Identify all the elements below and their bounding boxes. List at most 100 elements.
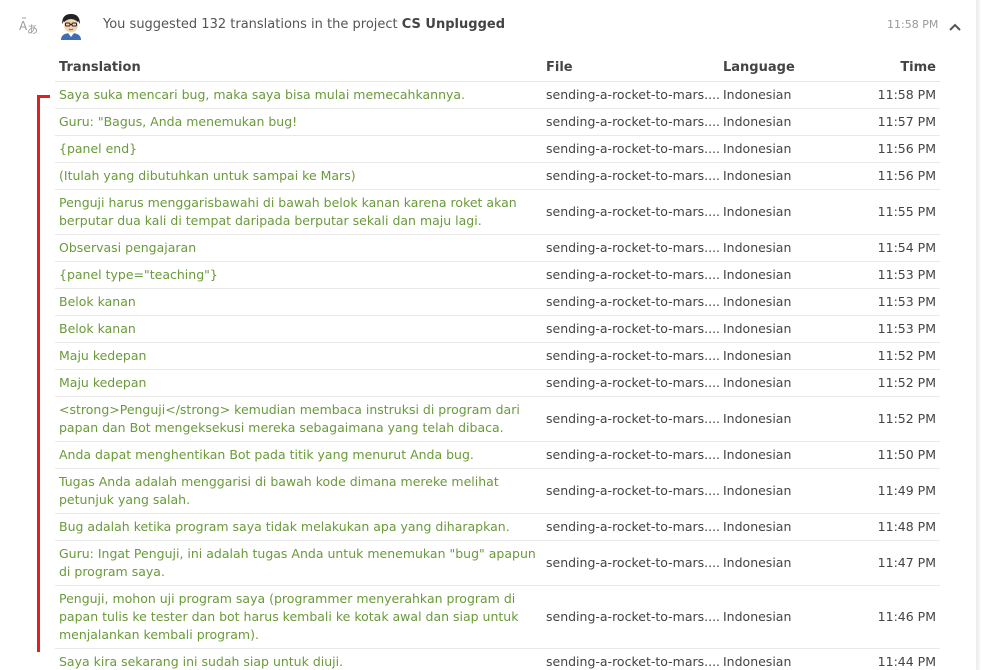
translation-link[interactable]: <strong>Penguji</strong> kemudian membac… [55,396,542,442]
time-cell: 11:56 PM [839,162,940,190]
language-cell: Indonesian [719,234,839,262]
table-row: Bug adalah ketika program saya tidak mel… [55,513,940,541]
translation-link[interactable]: Penguji, mohon uji program saya (program… [55,585,542,649]
language-cell: Indonesian [719,108,839,136]
table-row: Tugas Anda adalah menggarisi di bawah ko… [55,468,940,514]
table-row: Guru: "Bagus, Anda menemukan bug! sending… [55,108,940,136]
translation-link[interactable]: Observasi pengajaran [55,234,542,262]
table-row: Penguji harus menggarisbawahi di bawah b… [55,189,940,235]
file-cell: sending-a-rocket-to-mars.... [542,369,719,397]
translation-link[interactable]: Guru: Ingat Penguji, ini adalah tugas An… [55,540,542,586]
translation-link[interactable]: Anda dapat menghentikan Bot pada titik y… [55,441,542,469]
translation-link[interactable]: Belok kanan [55,315,542,343]
time-cell: 11:53 PM [839,261,940,289]
time-cell: 11:44 PM [839,648,940,670]
time-cell: 11:55 PM [839,189,940,235]
card-border [976,0,980,670]
file-cell: sending-a-rocket-to-mars.... [542,468,719,514]
time-cell: 11:58 PM [839,81,940,109]
table-row: Saya suka mencari bug, maka saya bisa mu… [55,81,940,109]
file-cell: sending-a-rocket-to-mars.... [542,396,719,442]
time-cell: 11:53 PM [839,315,940,343]
column-header-translation: Translation [55,54,542,82]
file-cell: sending-a-rocket-to-mars.... [542,189,719,235]
file-cell: sending-a-rocket-to-mars.... [542,162,719,190]
table-row: <strong>Penguji</strong> kemudian membac… [55,396,940,442]
table-row: Observasi pengajaran sending-a-rocket-to-… [55,234,940,262]
timeline-marker [37,95,40,652]
language-cell: Indonesian [719,342,839,370]
translation-link[interactable]: Bug adalah ketika program saya tidak mel… [55,513,542,541]
translation-link[interactable]: (Itulah yang dibutuhkan untuk sampai ke … [55,162,542,190]
table-row: Maju kedepan sending-a-rocket-to-mars....… [55,369,940,397]
activity-summary: You suggested 132 translations in the pr… [103,17,505,32]
file-cell: sending-a-rocket-to-mars.... [542,135,719,163]
time-cell: 11:57 PM [839,108,940,136]
translation-link[interactable]: Saya suka mencari bug, maka saya bisa mu… [55,81,542,109]
file-cell: sending-a-rocket-to-mars.... [542,315,719,343]
activity-card: A あ You suggested 132 translations in th… [0,0,983,670]
file-cell: sending-a-rocket-to-mars.... [542,288,719,316]
table-row: Guru: Ingat Penguji, ini adalah tugas An… [55,540,940,586]
svg-text:あ: あ [27,23,38,35]
file-cell: sending-a-rocket-to-mars.... [542,513,719,541]
language-cell: Indonesian [719,513,839,541]
time-cell: 11:52 PM [839,396,940,442]
table-row: Saya kira sekarang ini sudah siap untuk … [55,648,940,670]
language-cell: Indonesian [719,288,839,316]
column-header-file: File [542,54,719,82]
translations-table: Translation File Language Time Saya suka… [55,54,940,670]
language-cell: Indonesian [719,315,839,343]
translation-link[interactable]: {panel end} [55,135,542,163]
table-row: {panel end} sending-a-rocket-to-mars.... I… [55,135,940,163]
activity-prefix: You suggested 132 translations in the pr… [103,17,402,32]
language-cell: Indonesian [719,441,839,469]
file-cell: sending-a-rocket-to-mars.... [542,81,719,109]
translate-icon: A あ [19,15,41,36]
avatar-icon[interactable] [58,12,84,40]
file-cell: sending-a-rocket-to-mars.... [542,540,719,586]
file-cell: sending-a-rocket-to-mars.... [542,441,719,469]
language-cell: Indonesian [719,135,839,163]
file-cell: sending-a-rocket-to-mars.... [542,234,719,262]
time-cell: 11:46 PM [839,585,940,649]
translation-link[interactable]: Tugas Anda adalah menggarisi di bawah ko… [55,468,542,514]
time-cell: 11:54 PM [839,234,940,262]
time-cell: 11:52 PM [839,342,940,370]
translations-body: Saya suka mencari bug, maka saya bisa mu… [55,81,940,670]
language-cell: Indonesian [719,261,839,289]
translation-link[interactable]: Guru: "Bagus, Anda menemukan bug! [55,108,542,136]
time-cell: 11:49 PM [839,468,940,514]
table-row: {panel type="teaching"} sending-a-rocket-… [55,261,940,289]
translation-link[interactable]: Belok kanan [55,288,542,316]
table-row: Belok kanan sending-a-rocket-to-mars.... I… [55,315,940,343]
translation-link[interactable]: Maju kedepan [55,369,542,397]
translation-link[interactable]: Maju kedepan [55,342,542,370]
activity-header: A あ You suggested 132 translations in th… [0,0,976,50]
translation-link[interactable]: {panel type="teaching"} [55,261,542,289]
time-cell: 11:52 PM [839,369,940,397]
file-cell: sending-a-rocket-to-mars.... [542,261,719,289]
file-cell: sending-a-rocket-to-mars.... [542,648,719,670]
project-link[interactable]: CS Unplugged [402,17,505,32]
file-cell: sending-a-rocket-to-mars.... [542,585,719,649]
table-row: (Itulah yang dibutuhkan untuk sampai ke … [55,162,940,190]
translation-link[interactable]: Penguji harus menggarisbawahi di bawah b… [55,189,542,235]
activity-time: 11:58 PM [887,18,939,31]
language-cell: Indonesian [719,540,839,586]
file-cell: sending-a-rocket-to-mars.... [542,108,719,136]
language-cell: Indonesian [719,162,839,190]
translation-link[interactable]: Saya kira sekarang ini sudah siap untuk … [55,648,542,670]
table-row: Anda dapat menghentikan Bot pada titik y… [55,441,940,469]
time-cell: 11:48 PM [839,513,940,541]
chevron-up-icon[interactable] [948,17,962,31]
language-cell: Indonesian [719,585,839,649]
time-cell: 11:56 PM [839,135,940,163]
table-row: Maju kedepan sending-a-rocket-to-mars....… [55,342,940,370]
file-cell: sending-a-rocket-to-mars.... [542,342,719,370]
column-header-time: Time [839,54,940,82]
language-cell: Indonesian [719,81,839,109]
table-header-row: Translation File Language Time [55,54,940,82]
language-cell: Indonesian [719,648,839,670]
table-row: Penguji, mohon uji program saya (program… [55,585,940,649]
